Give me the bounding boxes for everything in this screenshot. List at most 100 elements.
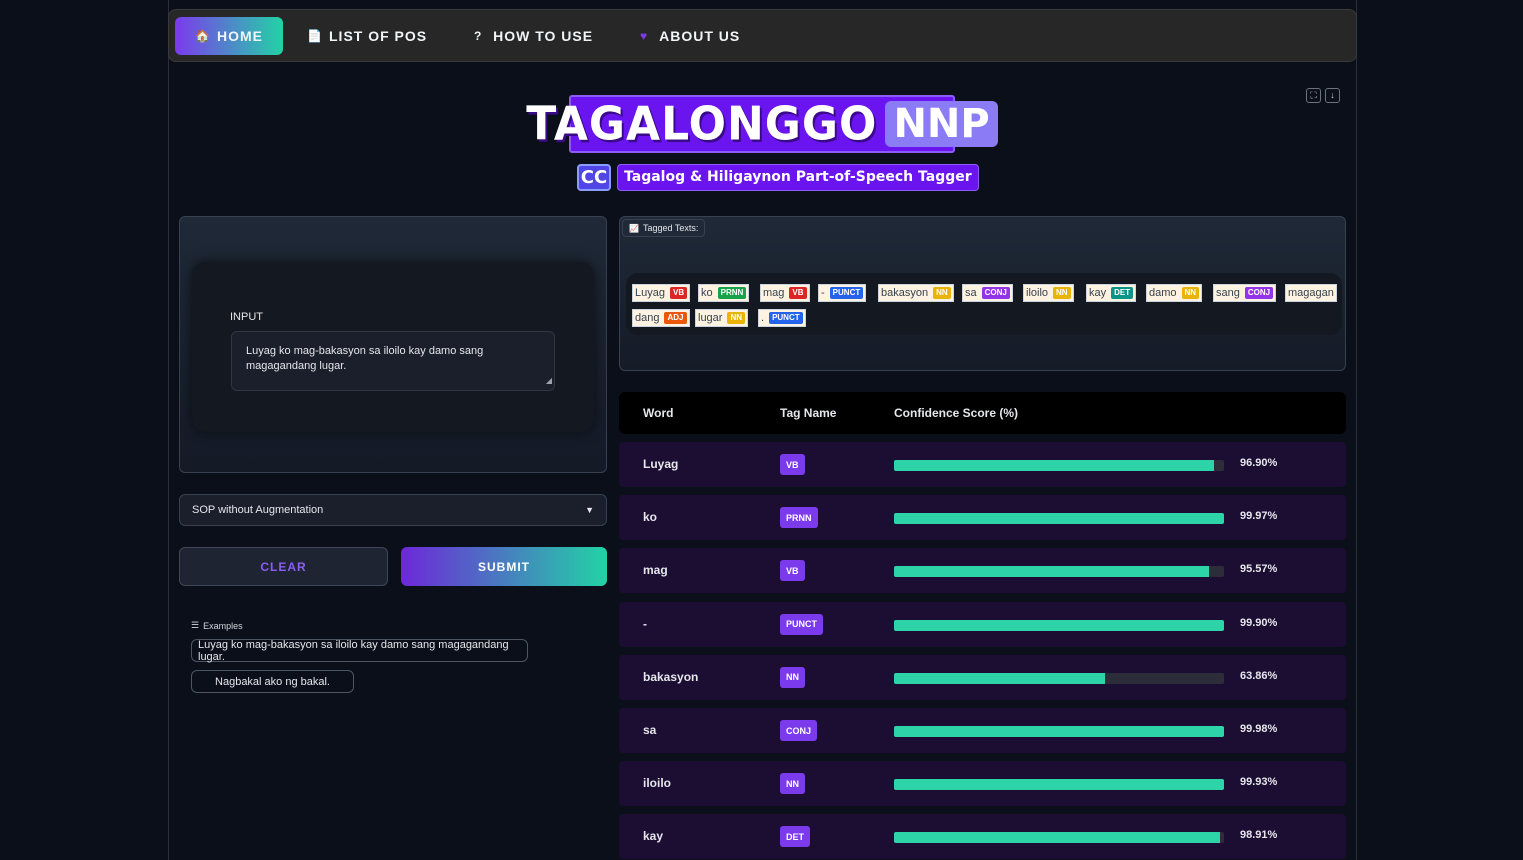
token-word: Luyag bbox=[635, 287, 665, 299]
nav-list-of-pos-label: LIST OF POS bbox=[329, 27, 428, 44]
input-panel: INPUT Luyag ko mag-bakasyon sa iloilo ka… bbox=[179, 216, 607, 473]
confidence-bar bbox=[894, 566, 1224, 578]
token-word: mag bbox=[763, 287, 785, 299]
token-word: sang bbox=[1216, 287, 1240, 299]
token-tag: NN bbox=[1181, 287, 1200, 299]
top-nav: 🏠 HOME 📄 LIST OF POS ? HOW TO USE ♥ ABOU… bbox=[168, 9, 1357, 62]
resize-handle-icon[interactable]: ◢ bbox=[546, 373, 552, 388]
fullscreen-icon[interactable]: ⛶ bbox=[1306, 88, 1321, 103]
token-word: bakasyon bbox=[881, 287, 929, 299]
cell-score: 99.98% bbox=[1240, 723, 1278, 735]
tagged-token: lugar NN bbox=[695, 309, 749, 327]
cell-tag-badge: PUNCT bbox=[780, 613, 823, 635]
confidence-bar-fill bbox=[894, 726, 1224, 737]
nav-how-to-use[interactable]: ? HOW TO USE bbox=[451, 17, 613, 55]
cell-score: 98.91% bbox=[1240, 829, 1278, 842]
input-textarea[interactable]: Luyag ko mag-bakasyon sa iloilo kay damo… bbox=[231, 331, 555, 391]
header-tag-name: Tag Name bbox=[780, 406, 837, 420]
model-select-value: SOP without Augmentation bbox=[192, 504, 324, 516]
cell-tag-badge: VB bbox=[780, 560, 805, 582]
nav-home[interactable]: 🏠 HOME bbox=[175, 16, 283, 55]
table-row: sa CONJ 99.98% bbox=[619, 708, 1346, 753]
tagged-token: sa CONJ bbox=[962, 284, 1013, 302]
nav-about-us[interactable]: ♥ ABOUT US bbox=[617, 17, 760, 55]
confidence-bar bbox=[894, 779, 1224, 791]
token-word: kay bbox=[1089, 287, 1107, 299]
table-row: kay DET 98.91% bbox=[619, 814, 1346, 860]
token-tag: PRNN bbox=[717, 287, 747, 299]
confidence-bar-fill bbox=[894, 460, 1214, 471]
tagged-texts-title: Tagged Texts: bbox=[642, 223, 699, 233]
token-tag: NN bbox=[1053, 287, 1071, 299]
table-row: Luyag VB 96.90% bbox=[619, 442, 1346, 487]
nav-home-label: HOME bbox=[217, 27, 263, 44]
tagged-token: kay DET bbox=[1086, 284, 1137, 302]
confidence-bar bbox=[894, 726, 1224, 737]
cc-logo: CC bbox=[577, 164, 611, 191]
tagged-token: damo NN bbox=[1146, 284, 1203, 302]
tagged-texts-panel: 📈 Tagged Texts: Luyag VB ko PRNN mag VB - PUNCT… bbox=[619, 216, 1346, 371]
token-tag: CONJ bbox=[1244, 287, 1274, 299]
house-icon: 🏠 bbox=[195, 28, 211, 43]
cell-word: ko bbox=[643, 510, 658, 525]
example-item[interactable]: Nagbakal ako ng bakal. bbox=[191, 670, 354, 693]
list-icon: ☰ bbox=[191, 620, 200, 630]
download-icon[interactable]: ↓ bbox=[1325, 88, 1340, 103]
cell-tag-badge: PRNN bbox=[780, 507, 818, 529]
tagged-token: . PUNCT bbox=[758, 309, 806, 327]
token-tag: PUNCT bbox=[769, 312, 803, 324]
token-tag: ADJ bbox=[664, 312, 687, 324]
token-word: magagan bbox=[1288, 287, 1334, 299]
cell-tag-badge: DET bbox=[780, 826, 810, 848]
confidence-bar-fill bbox=[894, 513, 1224, 525]
table-row: ko PRNN 99.97% bbox=[619, 495, 1346, 541]
cell-word: kay bbox=[643, 829, 664, 844]
cell-score: 95.57% bbox=[1240, 563, 1278, 576]
confidence-bar-fill bbox=[894, 672, 1105, 684]
question-icon: ? bbox=[473, 28, 483, 43]
cell-word: mag bbox=[643, 563, 668, 578]
cell-score: 99.97% bbox=[1240, 510, 1278, 523]
confidence-bar-fill bbox=[894, 566, 1210, 578]
token-word: dang bbox=[635, 312, 660, 324]
cell-score: 63.86% bbox=[1240, 669, 1278, 682]
nav-about-us-label: ABOUT US bbox=[659, 27, 741, 44]
tagged-token: magagan bbox=[1285, 284, 1337, 302]
token-tag: DET bbox=[1111, 287, 1134, 299]
example-item[interactable]: Luyag ko mag-bakasyon sa iloilo kay damo… bbox=[191, 639, 528, 663]
results-table-header: Word Tag Name Confidence Score (%) bbox=[619, 392, 1346, 434]
model-select[interactable]: SOP without Augmentation ▼ bbox=[179, 494, 607, 526]
logo-subtitle-row: CC Tagalog & Hiligaynon Part-of-Speech T… bbox=[577, 164, 979, 191]
tagged-token: sang CONJ bbox=[1213, 284, 1277, 302]
cell-word: bakasyon bbox=[643, 669, 699, 684]
token-tag: CONJ bbox=[981, 287, 1010, 299]
confidence-bar-fill bbox=[894, 779, 1224, 791]
token-tag: NN bbox=[727, 312, 746, 324]
tagged-token: iloilo NN bbox=[1023, 284, 1074, 302]
input-label: INPUT bbox=[230, 311, 263, 323]
confidence-bar bbox=[894, 619, 1224, 631]
nav-list-of-pos[interactable]: 📄 LIST OF POS bbox=[287, 17, 447, 55]
clear-button[interactable]: CLEAR bbox=[179, 547, 388, 586]
submit-button[interactable]: SUBMIT bbox=[401, 547, 607, 586]
chart-icon: 📈 bbox=[629, 223, 639, 233]
cell-tag-badge: CONJ bbox=[780, 720, 818, 741]
table-row: bakasyon NN 63.86% bbox=[619, 654, 1346, 700]
confidence-bar bbox=[894, 460, 1224, 471]
cell-tag-badge: NN bbox=[780, 773, 805, 795]
cell-score: 99.90% bbox=[1240, 616, 1278, 629]
logo-subtitle: Tagalog & Hiligaynon Part-of-Speech Tagg… bbox=[617, 164, 979, 191]
examples-header: ☰ Examples bbox=[191, 620, 243, 631]
examples-label: Examples bbox=[203, 620, 243, 631]
confidence-bar-fill bbox=[894, 832, 1221, 844]
confidence-bar bbox=[894, 513, 1224, 525]
header-word: Word bbox=[643, 406, 674, 420]
token-tag: PUNCT bbox=[829, 287, 864, 299]
cell-tag-badge: VB bbox=[780, 454, 805, 475]
confidence-bar bbox=[894, 832, 1224, 844]
cell-score: 99.93% bbox=[1240, 776, 1278, 789]
input-card: INPUT Luyag ko mag-bakasyon sa iloilo ka… bbox=[192, 262, 594, 432]
cell-word: sa bbox=[643, 723, 657, 737]
token-word: sa bbox=[965, 287, 977, 299]
input-text: Luyag ko mag-bakasyon sa iloilo kay damo… bbox=[246, 345, 484, 372]
